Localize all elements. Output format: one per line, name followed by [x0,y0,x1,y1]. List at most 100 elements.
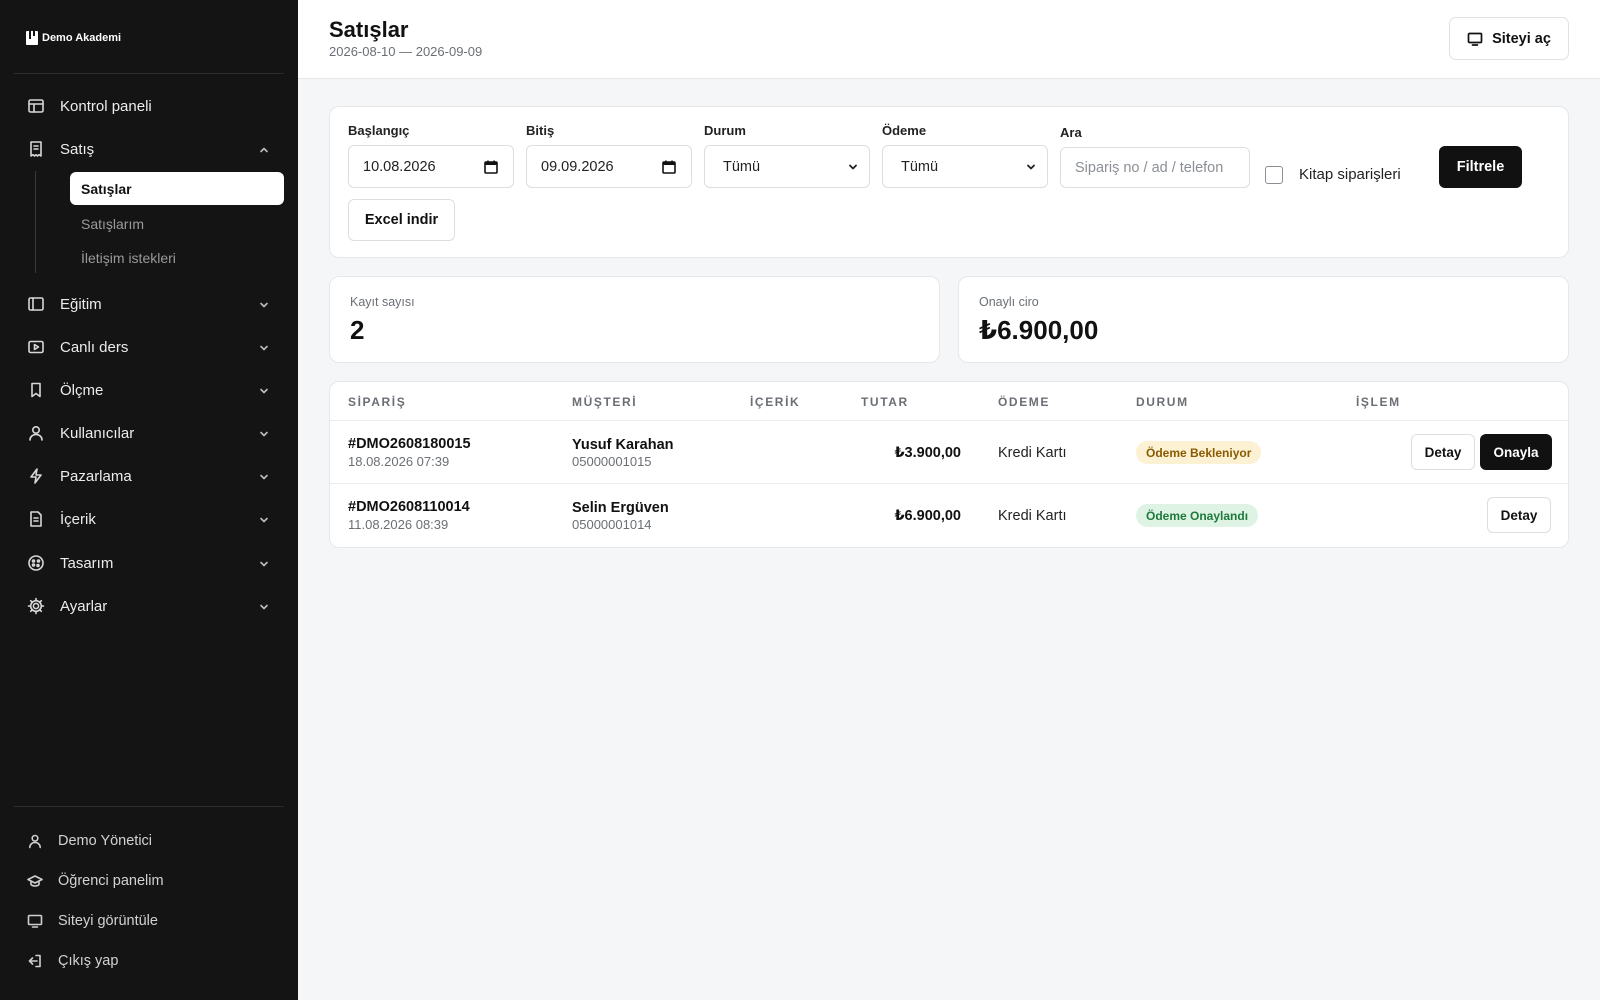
sidebar-divider [14,73,284,74]
sidebar-item-icerik[interactable]: İçerik [14,499,284,539]
payment-select-value: Tümü [901,158,939,175]
start-date-value: 10.08.2026 [363,158,436,175]
status-select[interactable]: Tümü [704,145,870,188]
calendar-icon[interactable] [483,159,499,175]
sidebar-footer-logout[interactable]: Çıkış yap [14,943,284,979]
column-header-order: SİPARİŞ [348,395,407,409]
video-icon [26,337,46,357]
record-count-card: Kayıt sayısı 2 [329,276,940,363]
sidebar-item-label: Kontrol paneli [60,97,152,115]
logout-icon [26,952,44,970]
column-header-content: İÇERİK [750,395,801,409]
payment-select[interactable]: Tümü [882,145,1048,188]
sidebar-footer-label: Çıkış yap [58,953,119,969]
chevron-down-icon [258,470,270,482]
detail-button[interactable]: Detay [1487,497,1551,533]
approved-revenue-label: Onaylı ciro [979,295,1039,309]
status-badge: Ödeme Bekleniyor [1136,441,1262,464]
end-date-input[interactable]: 09.09.2026 [526,145,692,188]
chevron-down-icon [1025,161,1037,173]
chevron-down-icon [258,341,270,353]
filter-button[interactable]: Filtrele [1439,146,1522,188]
detail-button[interactable]: Detay [1411,434,1475,470]
calendar-icon[interactable] [661,159,677,175]
search-input[interactable]: Sipariş no / ad / telefon [1060,147,1250,188]
sidebar-subitem-iletisim-istekleri[interactable]: İletişim istekleri [70,241,284,274]
order-date: 11.08.2026 08:39 [348,517,449,532]
document-icon [26,509,46,529]
column-header-amount: TUTAR [861,395,909,409]
sidebar-item-olcme[interactable]: Ölçme [14,370,284,410]
chevron-down-icon [258,513,270,525]
record-count-label: Kayıt sayısı [350,295,415,309]
brand-name: Demo Akademi [42,32,122,44]
start-date-input[interactable]: 10.08.2026 [348,145,514,188]
chevron-down-icon [258,600,270,612]
order-amount: ₺6.900,00 [894,508,961,524]
submenu-line [35,171,36,273]
book-orders-label[interactable]: Kitap siparişleri [1299,166,1401,183]
brand-logo-icon [26,31,38,45]
sidebar-item-tasarim[interactable]: Tasarım [14,543,284,583]
header-divider [330,420,1568,421]
sidebar-footer-view-site[interactable]: Siteyi görüntüle [14,903,284,939]
approved-revenue-value: ₺6.900,00 [979,315,1099,345]
sidebar-item-label: Ölçme [60,381,104,399]
page-date-range: 2026-08-10 — 2026-09-09 [329,44,483,59]
order-amount: ₺3.900,00 [894,445,961,461]
sidebar-subitem-label: Satışlarım [81,215,145,232]
sidebar-item-label: Satış [60,140,95,158]
graduation-cap-icon [26,872,44,890]
end-date-value: 09.09.2026 [541,158,614,175]
sidebar-footer-divider [14,806,284,807]
sidebar-footer-profile[interactable]: Demo Yönetici [14,823,284,859]
bookmark-icon [26,380,46,400]
book-icon [26,294,46,314]
chevron-down-icon [258,298,270,310]
gear-icon [26,596,46,616]
monitor-icon [26,912,44,930]
filter-panel: Başlangıç 10.08.2026 Bitiş 09.09.2026 Du… [329,106,1569,258]
open-site-button[interactable]: Siteyi aç [1449,17,1569,60]
lightning-icon [26,466,46,486]
status-badge: Ödeme Onaylandı [1136,504,1259,527]
customer-name: Selin Ergüven [572,500,669,516]
page-title: Satışlar [329,17,409,42]
sidebar-item-label: Pazarlama [60,467,132,485]
sidebar-item-egitim[interactable]: Eğitim [14,284,284,324]
row-divider [330,483,1568,484]
order-number[interactable]: #DMO2608110014 [348,499,470,515]
sidebar-item-canli-ders[interactable]: Canlı ders [14,327,284,367]
chevron-down-icon [847,161,859,173]
sidebar-subitem-label: Satışlar [81,180,132,197]
sidebar-item-label: Kullanıcılar [60,424,135,442]
chevron-down-icon [258,384,270,396]
palette-icon [26,553,46,573]
open-site-label: Siteyi aç [1492,30,1551,47]
receipt-icon [26,139,46,159]
sidebar-item-label: Tasarım [60,554,114,572]
sidebar-item-label: İçerik [60,510,96,528]
end-date-label: Bitiş [526,123,555,138]
sidebar-footer-student-panel[interactable]: Öğrenci panelim [14,863,284,899]
payment-label: Ödeme [882,123,927,138]
record-count-value: 2 [350,315,365,345]
sidebar-item-ayarlar[interactable]: Ayarlar [14,586,284,626]
order-number[interactable]: #DMO2608180015 [348,436,471,452]
sidebar-item-satis[interactable]: Satış [14,129,284,169]
sidebar-item-pazarlama[interactable]: Pazarlama [14,456,284,496]
monitor-icon [1467,32,1483,46]
excel-download-button[interactable]: Excel indir [348,199,455,241]
sidebar-footer-label: Öğrenci panelim [58,873,164,889]
chevron-up-icon [258,143,270,155]
sidebar-item-kullanicilar[interactable]: Kullanıcılar [14,413,284,453]
approve-button[interactable]: Onayla [1480,434,1552,470]
brand[interactable]: Demo Akademi [26,31,121,45]
column-header-payment: ÖDEME [998,395,1051,409]
sidebar-item-kontrol-paneli[interactable]: Kontrol paneli [14,86,284,126]
sidebar-subitem-satislar[interactable]: Satışlar [70,172,284,205]
book-orders-checkbox[interactable] [1265,166,1283,184]
chevron-down-icon [258,427,270,439]
page-header: Satışlar 2026-08-10 — 2026-09-09 Siteyi … [298,0,1600,79]
sidebar-subitem-satislarim[interactable]: Satışlarım [70,207,284,240]
